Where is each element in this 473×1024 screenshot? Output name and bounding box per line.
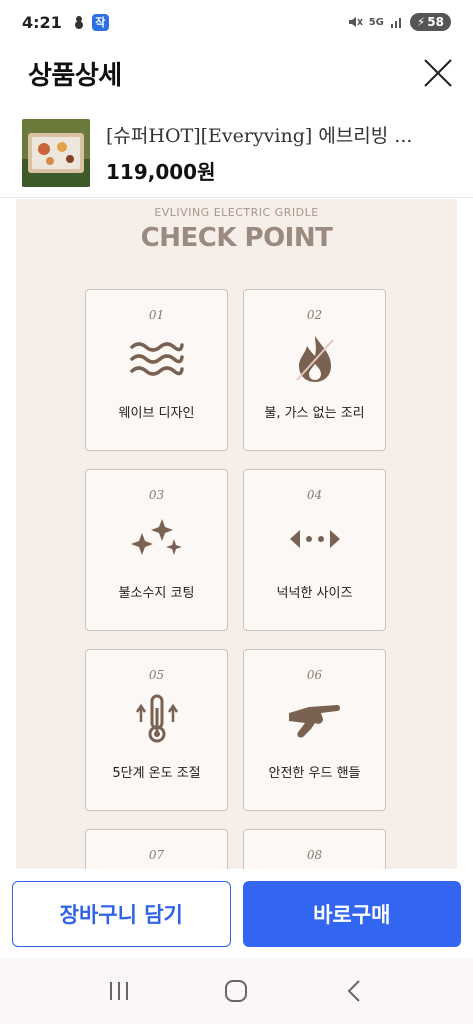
wave-icon bbox=[129, 342, 184, 376]
home-button[interactable] bbox=[216, 971, 256, 1011]
recent-apps-icon bbox=[109, 982, 128, 1000]
add-to-cart-button[interactable]: 장바구니 담기 bbox=[12, 880, 231, 947]
checkpoint-card: 04 넉넉한 사이즈 bbox=[243, 469, 386, 631]
sparkle-icon bbox=[130, 519, 182, 555]
system-nav-bar bbox=[0, 958, 473, 1024]
page-title: 상품상세 bbox=[28, 60, 122, 91]
battery-indicator: ⚡ 58 bbox=[409, 13, 451, 31]
card-label: 웨이브 디자인 bbox=[118, 406, 195, 421]
card-number: 02 bbox=[306, 308, 323, 322]
card-number: 01 bbox=[148, 308, 165, 322]
back-icon bbox=[347, 980, 360, 1002]
card-label: 불, 가스 없는 조리 bbox=[264, 406, 365, 421]
close-button[interactable] bbox=[419, 54, 457, 92]
product-price: 119,000원 bbox=[106, 159, 216, 184]
status-bar: 4:21 작 5G ⚡ 58 bbox=[0, 0, 473, 44]
battery-bolt-icon: ⚡ bbox=[416, 15, 426, 29]
expand-arrows-icon bbox=[289, 530, 340, 548]
checkpoint-card: 02 불, 가스 없는 조리 bbox=[243, 289, 386, 451]
snowman-icon bbox=[74, 16, 83, 29]
signal-icon bbox=[390, 18, 401, 28]
card-number: 07 bbox=[148, 848, 165, 862]
detail-subtitle: EVLIVING ELECTRIC GRIDLE bbox=[154, 206, 319, 219]
close-icon bbox=[424, 59, 452, 87]
mute-icon bbox=[348, 17, 363, 27]
product-summary[interactable]: [슈퍼HOT][Everyving] 에브리빙 ... 119,000원 bbox=[0, 108, 473, 198]
status-notification-icons: 작 bbox=[72, 13, 109, 31]
thermometer-icon bbox=[135, 694, 178, 743]
network-label: 5G bbox=[368, 16, 384, 28]
recent-apps-button[interactable] bbox=[99, 971, 139, 1011]
card-label: 넉넉한 사이즈 bbox=[276, 586, 353, 601]
checkpoint-card: 06 안전한 우드 핸들 bbox=[243, 649, 386, 811]
checkpoint-card: 05 5단계 온도 조절 bbox=[85, 649, 228, 811]
purchase-action-bar: 장바구니 담기 바로구매 bbox=[0, 869, 473, 958]
card-number: 08 bbox=[306, 848, 323, 862]
product-info: [슈퍼HOT][Everyving] 에브리빙 ... 119,000원 bbox=[106, 121, 451, 185]
app-badge-icon: 작 bbox=[91, 13, 109, 31]
card-label: 안전한 우드 핸들 bbox=[268, 766, 361, 781]
back-button[interactable] bbox=[334, 971, 374, 1011]
checkpoint-card: 01 웨이브 디자인 bbox=[85, 289, 228, 451]
card-number: 06 bbox=[306, 668, 323, 682]
hand-icon bbox=[288, 705, 340, 738]
battery-level: 58 bbox=[427, 15, 444, 29]
checkpoint-card: 08 bbox=[243, 829, 386, 869]
buy-now-button[interactable]: 바로구매 bbox=[242, 880, 461, 947]
card-number: 03 bbox=[148, 488, 165, 502]
product-name: [슈퍼HOT][Everyving] 에브리빙 ... bbox=[106, 124, 413, 147]
product-detail-image: EVLIVING ELECTRIC GRIDLE CHECK POINT 01 … bbox=[16, 199, 457, 869]
checkpoint-card: 03 불소수지 코팅 bbox=[85, 469, 228, 631]
checkpoint-card: 07 bbox=[85, 829, 228, 869]
card-label: 5단계 온도 조절 bbox=[112, 766, 201, 781]
no-fire-icon bbox=[295, 336, 334, 382]
status-right: 5G ⚡ 58 bbox=[347, 13, 451, 31]
card-number: 04 bbox=[306, 488, 323, 502]
detail-title: CHECK POINT bbox=[140, 223, 333, 253]
product-thumbnail bbox=[22, 118, 90, 187]
home-icon bbox=[225, 980, 248, 1002]
card-label: 불소수지 코팅 bbox=[118, 586, 195, 601]
page-header: 상품상세 bbox=[0, 44, 473, 102]
card-number: 05 bbox=[148, 668, 165, 682]
status-time: 4:21 bbox=[22, 12, 62, 32]
